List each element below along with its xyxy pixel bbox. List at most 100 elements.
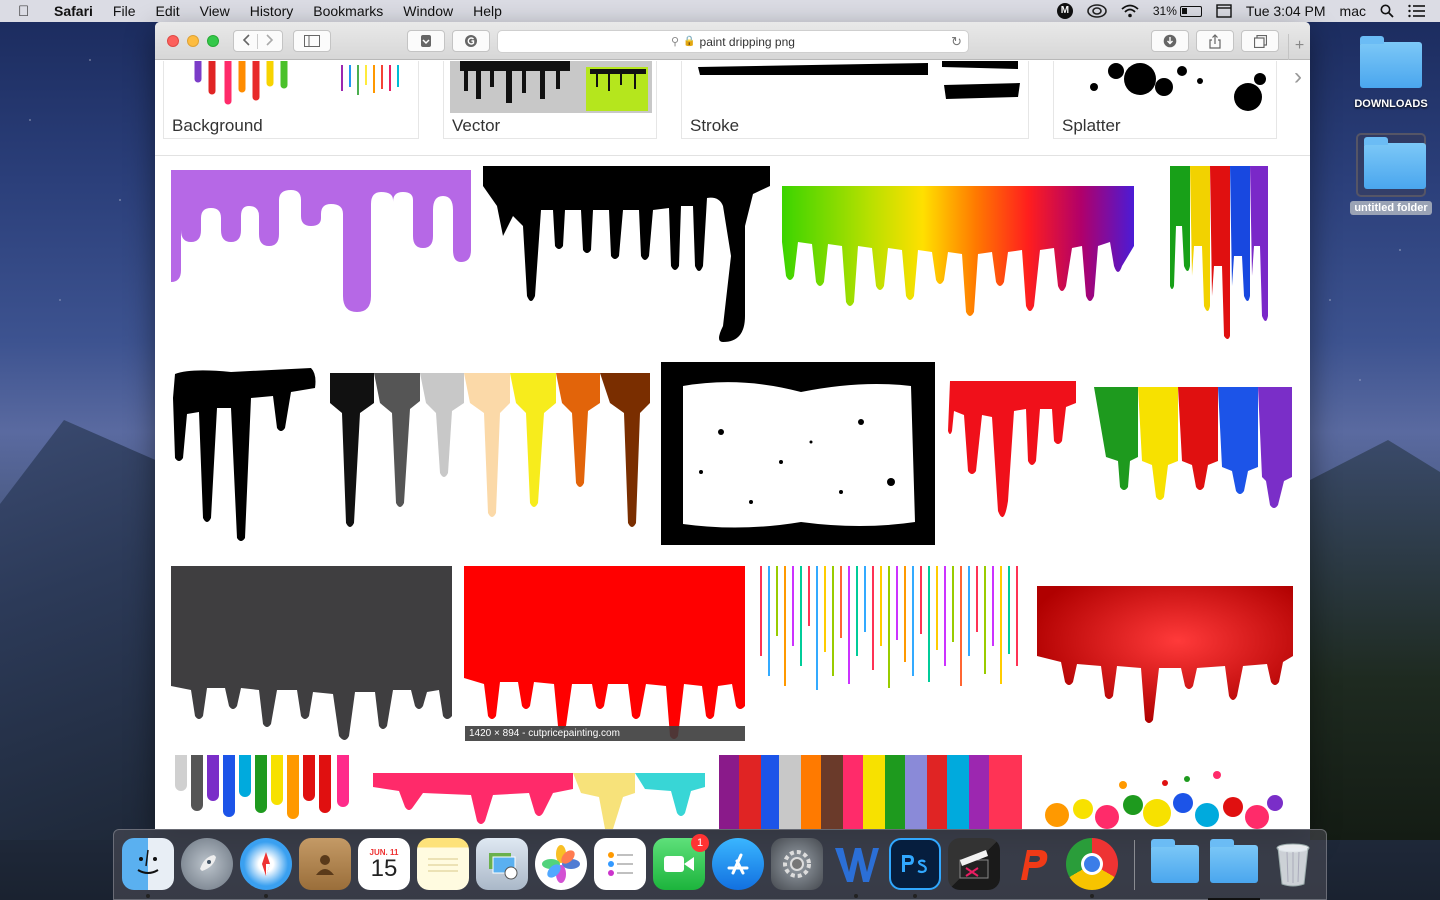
related-search-splatter[interactable]: Splatter bbox=[1053, 61, 1277, 139]
result-image-rainbow-drip-2[interactable] bbox=[1094, 387, 1292, 517]
selected-icon-frame bbox=[1356, 133, 1426, 197]
checklist-icon bbox=[608, 852, 633, 876]
result-image-rainbow-drip[interactable] bbox=[782, 186, 1134, 316]
contacts-icon[interactable] bbox=[299, 838, 351, 890]
chrome-center-icon bbox=[1081, 853, 1103, 875]
grey-paint-shape bbox=[171, 566, 452, 740]
splatter-dots bbox=[1045, 771, 1283, 829]
safari-window: ⚲ 🔒 paint dripping png ↻ + Background Ve… bbox=[155, 22, 1310, 829]
notes-icon[interactable] bbox=[417, 838, 469, 890]
system-preferences-icon[interactable] bbox=[771, 838, 823, 890]
wifi-icon[interactable] bbox=[1121, 4, 1139, 18]
download-icon bbox=[1163, 34, 1177, 48]
result-image-black-drip-2[interactable] bbox=[171, 368, 318, 542]
app-store-icon[interactable] bbox=[712, 838, 764, 890]
person-icon bbox=[316, 855, 334, 875]
safari-toolbar: ⚲ 🔒 paint dripping png ↻ + bbox=[155, 22, 1310, 60]
result-image-black-drip[interactable] bbox=[483, 166, 770, 342]
polaris-office-icon[interactable] bbox=[1007, 838, 1059, 890]
result-image-purple-drip[interactable] bbox=[171, 170, 471, 312]
menu-view[interactable]: View bbox=[200, 3, 230, 19]
running-indicator bbox=[1090, 894, 1094, 898]
menubar-user[interactable]: mac bbox=[1340, 3, 1366, 19]
result-image-red-drip[interactable] bbox=[948, 381, 1078, 527]
creative-cloud-icon[interactable] bbox=[1087, 4, 1107, 18]
menu-file[interactable]: File bbox=[113, 3, 136, 19]
p-letter-icon bbox=[1021, 850, 1048, 880]
preview-icon[interactable] bbox=[476, 838, 528, 890]
back-button[interactable] bbox=[234, 33, 259, 49]
menubar-clock[interactable]: Tue 3:04 PM bbox=[1246, 3, 1326, 19]
extension-button[interactable] bbox=[407, 30, 445, 52]
result-image-rainbow-lines[interactable] bbox=[757, 566, 1023, 694]
result-image-color-bars[interactable] bbox=[719, 755, 1022, 829]
folder-icon[interactable] bbox=[1149, 838, 1201, 890]
desktop-icon-downloads[interactable]: DOWNLOADS bbox=[1346, 36, 1436, 110]
result-image-grunge-frame[interactable] bbox=[661, 362, 935, 545]
finder-icon[interactable] bbox=[122, 838, 174, 898]
result-image-red-drip-2[interactable] bbox=[464, 566, 745, 742]
calendar-icon[interactable]: JUN. 11 15 bbox=[358, 838, 410, 890]
final-cut-icon[interactable] bbox=[948, 838, 1000, 890]
tabs-icon bbox=[1253, 34, 1267, 48]
close-window-button[interactable] bbox=[167, 35, 179, 47]
result-image-rainbow-drip-3[interactable] bbox=[171, 755, 355, 829]
chrome-icon[interactable] bbox=[1066, 838, 1118, 898]
grammarly-extension-button[interactable] bbox=[452, 30, 490, 52]
photos-icon[interactable] bbox=[535, 838, 587, 890]
chevron-right-icon[interactable]: › bbox=[1294, 63, 1302, 91]
reload-icon[interactable]: ↻ bbox=[951, 34, 962, 50]
red-paint-shape bbox=[948, 381, 1076, 518]
notification-badge: 1 bbox=[691, 834, 709, 852]
related-search-stroke[interactable]: Stroke bbox=[681, 61, 1029, 139]
spotlight-search-icon[interactable] bbox=[1380, 4, 1394, 18]
sidebar-icon bbox=[304, 35, 320, 47]
desktop-icon-untitled-folder[interactable]: untitled folder bbox=[1346, 133, 1436, 216]
trash-can-icon bbox=[1276, 843, 1310, 887]
menu-help[interactable]: Help bbox=[473, 3, 502, 19]
launchpad-icon[interactable] bbox=[181, 838, 233, 890]
photoshop-icon[interactable] bbox=[889, 838, 941, 898]
menu-history[interactable]: History bbox=[250, 3, 294, 19]
notification-center-icon[interactable] bbox=[1408, 4, 1426, 18]
rainbow-lines bbox=[760, 566, 1018, 690]
status-m-icon[interactable]: M bbox=[1056, 3, 1073, 19]
downloads-folder-icon[interactable] bbox=[1208, 838, 1260, 900]
sidebar-toggle-button[interactable] bbox=[293, 30, 331, 52]
word-icon[interactable] bbox=[830, 838, 882, 898]
result-image-multi-color-drip[interactable] bbox=[330, 373, 650, 533]
tab-overview-button[interactable] bbox=[1241, 30, 1279, 52]
battery-icon bbox=[1179, 5, 1202, 17]
menu-window[interactable]: Window bbox=[403, 3, 453, 19]
menu-edit[interactable]: Edit bbox=[155, 3, 179, 19]
menu-bookmarks[interactable]: Bookmarks bbox=[313, 3, 383, 19]
share-button[interactable] bbox=[1196, 30, 1234, 52]
downloads-button[interactable] bbox=[1151, 30, 1189, 52]
trash-icon[interactable] bbox=[1267, 838, 1319, 890]
menu-app-name[interactable]: Safari bbox=[54, 3, 93, 19]
battery-status[interactable]: 31% bbox=[1153, 4, 1202, 18]
wallpaper-mountain-left bbox=[0, 420, 160, 840]
facetime-icon[interactable]: 1 bbox=[653, 834, 709, 890]
result-image-rainbow-vertical[interactable] bbox=[1170, 166, 1270, 342]
result-image-color-splatter[interactable] bbox=[1037, 765, 1293, 829]
result-image-dark-red-drip[interactable] bbox=[1037, 586, 1293, 726]
new-tab-button[interactable]: + bbox=[1288, 34, 1310, 60]
related-search-vector[interactable]: Vector bbox=[443, 61, 657, 139]
forward-button[interactable] bbox=[258, 33, 282, 49]
zoom-window-button[interactable] bbox=[207, 35, 219, 47]
clapper-icon bbox=[959, 850, 989, 879]
result-image-pink-teal-drip[interactable] bbox=[373, 773, 705, 829]
apple-menu-icon[interactable]:  bbox=[18, 3, 40, 20]
minimize-window-button[interactable] bbox=[187, 35, 199, 47]
address-bar[interactable]: ⚲ 🔒 paint dripping png ↻ bbox=[497, 30, 969, 53]
related-search-background[interactable]: Background bbox=[163, 61, 419, 139]
safari-icon[interactable] bbox=[240, 838, 292, 898]
lock-icon: 🔒 bbox=[683, 36, 696, 47]
share-icon bbox=[1209, 33, 1221, 49]
date-time-icon[interactable] bbox=[1216, 4, 1232, 18]
reminders-icon[interactable] bbox=[594, 838, 646, 890]
image-hover-caption: 1420 × 894 - cutpricepainting.com bbox=[465, 726, 745, 741]
result-image-grey-drip[interactable] bbox=[171, 566, 452, 744]
desktop-icon-label: untitled folder bbox=[1350, 201, 1432, 215]
